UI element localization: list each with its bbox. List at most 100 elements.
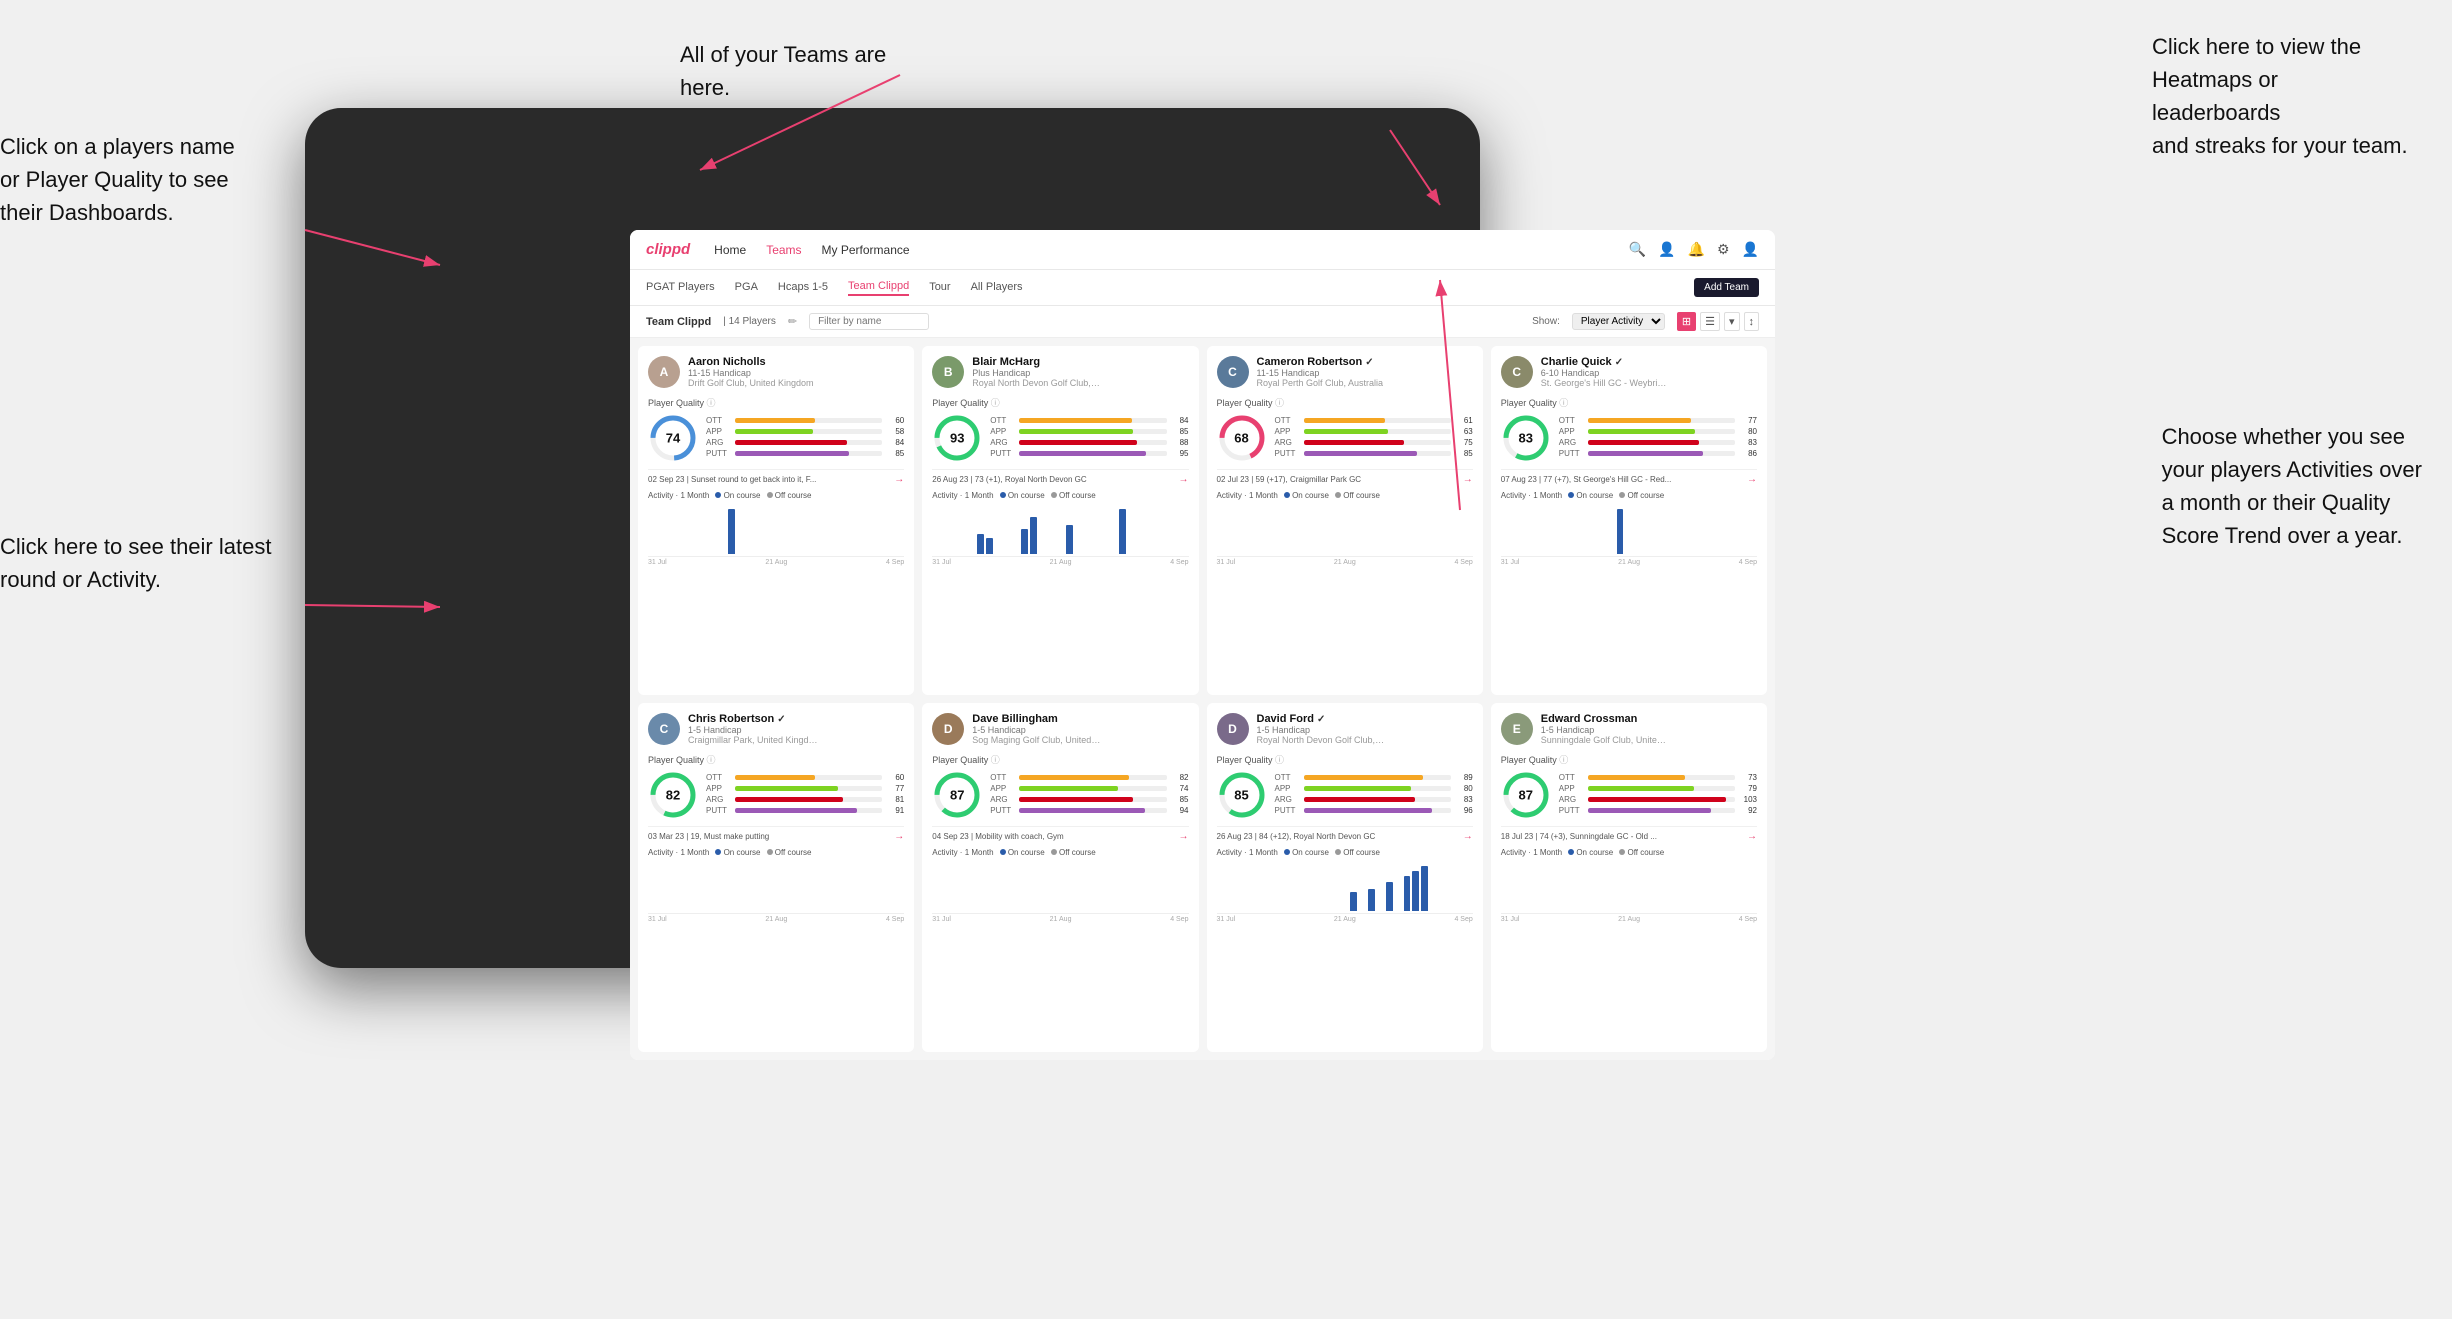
round-arrow-icon[interactable]: → — [1747, 831, 1757, 842]
player-avatar[interactable]: D — [1217, 713, 1249, 745]
stats-grid: OTT 89 APP 80 ARG 83 PUTT — [1275, 773, 1473, 817]
stat-name: OTT — [1559, 773, 1584, 782]
donut-container[interactable]: 93 — [932, 413, 982, 463]
player-name[interactable]: Edward Crossman — [1541, 713, 1757, 725]
activity-label: Activity · 1 Month On course Off course — [932, 848, 1188, 857]
latest-round-text: 07 Aug 23 | 77 (+7), St George's Hill GC… — [1501, 475, 1672, 484]
latest-round[interactable]: 04 Sep 23 | Mobility with coach, Gym → — [932, 826, 1188, 842]
donut-container[interactable]: 83 — [1501, 413, 1551, 463]
player-avatar[interactable]: D — [932, 713, 964, 745]
stat-name: PUTT — [706, 806, 731, 815]
stat-row: APP 77 — [706, 784, 904, 793]
stat-value: 83 — [1455, 795, 1473, 804]
round-arrow-icon[interactable]: → — [1179, 831, 1189, 842]
stat-name: PUTT — [1275, 449, 1300, 458]
search-icon[interactable]: 🔍 — [1629, 241, 1646, 258]
donut-container[interactable]: 82 — [648, 770, 698, 820]
player-avatar[interactable]: C — [1501, 356, 1533, 388]
player-name[interactable]: Cameron Robertson ✓ — [1257, 356, 1473, 368]
player-avatar[interactable]: C — [1217, 356, 1249, 388]
round-arrow-icon[interactable]: → — [1463, 831, 1473, 842]
player-name[interactable]: Dave Billingham — [972, 713, 1188, 725]
nav-teams[interactable]: Teams — [766, 243, 801, 257]
nav-myperformance[interactable]: My Performance — [822, 243, 910, 257]
quality-section[interactable]: 83 OTT 77 APP 80 ARG 8 — [1501, 413, 1757, 463]
player-avatar[interactable]: B — [932, 356, 964, 388]
add-team-button[interactable]: Add Team — [1694, 278, 1759, 297]
stat-bar — [1304, 440, 1451, 445]
donut-container[interactable]: 87 — [932, 770, 982, 820]
stat-value: 60 — [886, 416, 904, 425]
filter-input[interactable] — [809, 313, 929, 330]
subnav-hcaps[interactable]: Hcaps 1-5 — [778, 281, 828, 295]
player-name[interactable]: David Ford ✓ — [1257, 713, 1473, 725]
player-header: C Cameron Robertson ✓ 11-15 Handicap Roy… — [1217, 356, 1473, 388]
quality-section[interactable]: 93 OTT 84 APP 85 ARG 8 — [932, 413, 1188, 463]
stat-value: 58 — [886, 427, 904, 436]
player-avatar[interactable]: E — [1501, 713, 1533, 745]
round-arrow-icon[interactable]: → — [894, 474, 904, 485]
subnav-pgat[interactable]: PGAT Players — [646, 281, 715, 295]
grid-view-button[interactable]: ⊞ — [1677, 312, 1696, 331]
edit-team-icon[interactable]: ✏ — [788, 315, 797, 328]
donut-container[interactable]: 68 — [1217, 413, 1267, 463]
quality-section[interactable]: 82 OTT 60 APP 77 ARG 8 — [648, 770, 904, 820]
player-avatar[interactable]: A — [648, 356, 680, 388]
subnav-teamclippd[interactable]: Team Clippd — [848, 280, 909, 296]
quality-section[interactable]: 74 OTT 60 APP 58 ARG 8 — [648, 413, 904, 463]
round-arrow-icon[interactable]: → — [1747, 474, 1757, 485]
player-quality-value[interactable]: 87 — [950, 788, 964, 803]
player-quality-value[interactable]: 74 — [666, 431, 680, 446]
round-arrow-icon[interactable]: → — [1179, 474, 1189, 485]
bell-icon[interactable]: 🔔 — [1688, 241, 1705, 258]
latest-round[interactable]: 26 Aug 23 | 73 (+1), Royal North Devon G… — [932, 469, 1188, 485]
quality-section[interactable]: 87 OTT 73 APP 79 ARG 1 — [1501, 770, 1757, 820]
sort-button[interactable]: ↕ — [1744, 312, 1760, 331]
subnav-allplayers[interactable]: All Players — [971, 281, 1023, 295]
latest-round[interactable]: 02 Jul 23 | 59 (+17), Craigmillar Park G… — [1217, 469, 1473, 485]
latest-round[interactable]: 07 Aug 23 | 77 (+7), St George's Hill GC… — [1501, 469, 1757, 485]
player-name[interactable]: Chris Robertson ✓ — [688, 713, 904, 725]
settings-icon[interactable]: ⚙ — [1717, 241, 1730, 258]
donut-container[interactable]: 74 — [648, 413, 698, 463]
player-header: D Dave Billingham 1-5 Handicap Sog Magin… — [932, 713, 1188, 745]
round-arrow-icon[interactable]: → — [1463, 474, 1473, 485]
player-name[interactable]: Aaron Nicholls — [688, 356, 904, 368]
latest-round[interactable]: 02 Sep 23 | Sunset round to get back int… — [648, 469, 904, 485]
chart-dates: 31 Jul 21 Aug 4 Sep — [932, 559, 1188, 566]
player-info: Cameron Robertson ✓ 11-15 Handicap Royal… — [1257, 356, 1473, 388]
stat-bar — [1019, 797, 1166, 802]
quality-section[interactable]: 85 OTT 89 APP 80 ARG 8 — [1217, 770, 1473, 820]
player-header: B Blair McHarg Plus Handicap Royal North… — [932, 356, 1188, 388]
show-select[interactable]: Player Activity — [1572, 313, 1665, 330]
player-name[interactable]: Charlie Quick ✓ — [1541, 356, 1757, 368]
subnav-pga[interactable]: PGA — [735, 281, 758, 295]
player-quality-value[interactable]: 82 — [666, 788, 680, 803]
quality-section[interactable]: 87 OTT 82 APP 74 ARG 8 — [932, 770, 1188, 820]
nav-home[interactable]: Home — [714, 243, 746, 257]
avatar-icon[interactable]: 👤 — [1742, 241, 1759, 258]
stat-bar — [1304, 797, 1451, 802]
subnav-tour[interactable]: Tour — [929, 281, 950, 295]
filter-button[interactable]: ▾ — [1724, 312, 1740, 331]
round-arrow-icon[interactable]: → — [894, 831, 904, 842]
player-quality-value[interactable]: 83 — [1519, 431, 1533, 446]
player-quality-value[interactable]: 85 — [1234, 788, 1248, 803]
donut-container[interactable]: 87 — [1501, 770, 1551, 820]
latest-round[interactable]: 26 Aug 23 | 84 (+12), Royal North Devon … — [1217, 826, 1473, 842]
quality-label: Player Quality ⓘ — [1501, 753, 1757, 766]
list-view-button[interactable]: ☰ — [1700, 312, 1720, 331]
player-avatar[interactable]: C — [648, 713, 680, 745]
latest-round[interactable]: 18 Jul 23 | 74 (+3), Sunningdale GC - Ol… — [1501, 826, 1757, 842]
quality-section[interactable]: 68 OTT 61 APP 63 ARG 7 — [1217, 413, 1473, 463]
donut-container[interactable]: 85 — [1217, 770, 1267, 820]
player-quality-value[interactable]: 87 — [1519, 788, 1533, 803]
player-quality-value[interactable]: 93 — [950, 431, 964, 446]
latest-round[interactable]: 03 Mar 23 | 19, Must make putting → — [648, 826, 904, 842]
stat-name: ARG — [1275, 438, 1300, 447]
player-quality-value[interactable]: 68 — [1234, 431, 1248, 446]
player-name[interactable]: Blair McHarg — [972, 356, 1188, 368]
player-card: E Edward Crossman 1-5 Handicap Sunningda… — [1491, 703, 1767, 1052]
profile-icon[interactable]: 👤 — [1658, 241, 1675, 258]
stat-row: ARG 83 — [1559, 438, 1757, 447]
